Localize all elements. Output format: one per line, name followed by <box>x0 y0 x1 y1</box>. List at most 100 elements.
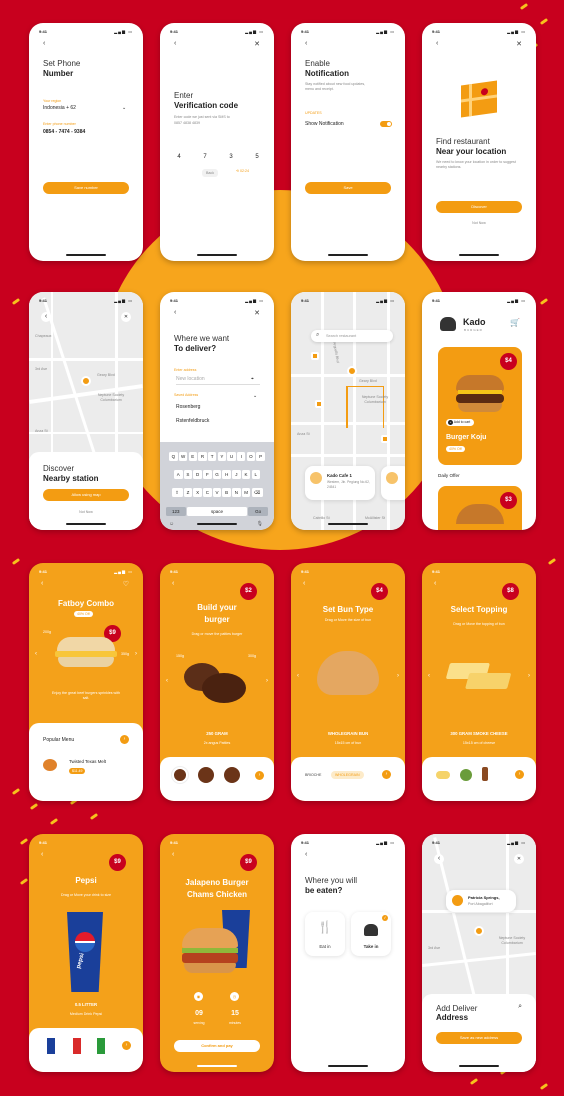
drink-option[interactable] <box>47 1038 55 1054</box>
expand-icon[interactable]: › <box>120 735 129 744</box>
region-select[interactable]: Indonesia + 62 <box>43 105 76 111</box>
key-p[interactable]: P <box>256 452 265 461</box>
code-digit[interactable]: 3 <box>218 154 244 160</box>
patty-option[interactable] <box>198 767 214 783</box>
next-arrow-icon[interactable]: › <box>266 678 268 684</box>
key-l[interactable]: L <box>251 470 260 479</box>
location-pin-icon[interactable] <box>474 926 484 936</box>
back-icon[interactable]: ‹ <box>41 580 43 587</box>
key-i[interactable]: I <box>236 452 246 461</box>
back-icon[interactable]: ‹ <box>434 580 436 587</box>
back-icon[interactable]: ‹ <box>41 312 51 322</box>
emoji-icon[interactable]: ☺ <box>169 521 174 527</box>
key-m[interactable]: M <box>241 488 251 497</box>
key-x[interactable]: X <box>193 488 202 497</box>
close-icon[interactable]: ✕ <box>121 312 131 322</box>
key-f[interactable]: F <box>203 470 212 479</box>
resend-timer[interactable]: ⟲ 02:24 <box>236 169 249 173</box>
product-card[interactable]: $3 <box>438 486 522 530</box>
key-b[interactable]: B <box>222 488 231 497</box>
key-a[interactable]: A <box>174 470 183 479</box>
microphone-icon[interactable]: 🎙 <box>257 521 263 527</box>
next-arrow-icon[interactable]: › <box>528 673 530 679</box>
allow-map-button[interactable]: Allow using map <box>43 489 129 501</box>
key-j[interactable]: J <box>232 470 241 479</box>
key-n[interactable]: N <box>232 488 241 497</box>
restaurant-card[interactable]: Kado Cafe 1 Western, Jln. Pegiung No.62,… <box>305 466 375 500</box>
patty-option[interactable] <box>224 767 240 783</box>
go-key[interactable]: Go <box>248 507 269 516</box>
space-key[interactable]: space <box>187 507 247 516</box>
back-icon[interactable]: ‹ <box>172 851 174 858</box>
key-k[interactable]: K <box>241 470 251 479</box>
close-icon[interactable]: ✕ <box>514 854 524 864</box>
chevron-down-icon[interactable]: ⌄ <box>122 105 126 111</box>
cart-icon[interactable]: 🛒 <box>510 318 520 327</box>
confirm-pay-button[interactable]: Confirm and pay <box>174 1040 260 1052</box>
saved-address-item[interactable]: Rstenfeldbruck <box>176 418 209 424</box>
heart-icon[interactable]: ♡ <box>123 580 129 588</box>
back-button[interactable]: Back <box>202 169 218 177</box>
key-o[interactable]: O <box>246 452 256 461</box>
notification-toggle[interactable] <box>380 121 392 127</box>
save-button[interactable]: Save <box>305 182 391 194</box>
eat-in-option[interactable]: 🍴 Eat in <box>305 912 345 956</box>
drink-option[interactable] <box>97 1038 105 1054</box>
search-bar[interactable]: ⌕ Search restaurant <box>311 330 393 342</box>
save-number-button[interactable]: Save number <box>43 182 129 194</box>
topping-option[interactable] <box>460 769 472 781</box>
code-digit[interactable]: 4 <box>166 154 192 160</box>
back-icon[interactable]: ‹ <box>305 851 307 858</box>
back-icon[interactable]: ‹ <box>305 40 307 47</box>
saved-address-item[interactable]: Rosenberg <box>176 404 200 410</box>
bun-option-selected[interactable]: WHOLEGRAIN <box>331 771 364 779</box>
next-step-icon[interactable]: › <box>515 770 524 779</box>
back-icon[interactable]: ‹ <box>172 580 174 587</box>
topping-option[interactable] <box>482 767 488 781</box>
previous-arrow-icon[interactable]: ‹ <box>297 673 299 679</box>
next-arrow-icon[interactable]: › <box>135 651 137 657</box>
add-to-cart-button[interactable]: + Add to cart <box>446 419 475 426</box>
back-icon[interactable]: ‹ <box>436 40 438 47</box>
restaurant-marker-icon[interactable] <box>311 352 319 360</box>
back-icon[interactable]: ‹ <box>41 851 43 858</box>
key-q[interactable]: Q <box>169 452 178 461</box>
back-icon[interactable]: ‹ <box>43 40 45 47</box>
location-pin-icon[interactable] <box>347 366 357 376</box>
next-step-icon[interactable]: › <box>255 771 264 780</box>
key-c[interactable]: C <box>203 488 212 497</box>
key-r[interactable]: R <box>198 452 207 461</box>
search-input[interactable]: Search restaurant <box>326 334 356 338</box>
next-step-icon[interactable]: › <box>382 770 391 779</box>
menu-item-name[interactable]: Twisted Texas Melt <box>69 759 106 764</box>
restaurant-marker-icon[interactable] <box>315 400 323 408</box>
keyboard[interactable]: QWERTYUIOP ASDFGHJKL ⇧ Z X C V B N M ⌫ 123 space G… <box>160 442 274 530</box>
address-input[interactable]: New location <box>176 376 260 385</box>
close-icon[interactable]: ✕ <box>254 309 260 317</box>
key-v[interactable]: V <box>212 488 222 497</box>
not-now-link[interactable]: Not Now <box>29 510 143 514</box>
product-card[interactable]: $4 + Add to cart Burger Koju 40% Off <box>438 347 522 465</box>
bun-option[interactable]: BRIOCHE <box>305 773 321 777</box>
key-g[interactable]: G <box>212 470 222 479</box>
not-now-link[interactable]: Not Now <box>422 221 536 225</box>
search-icon[interactable]: ⌕ <box>518 1003 522 1011</box>
back-icon[interactable]: ‹ <box>434 854 444 864</box>
take-in-option[interactable]: ✓ Take in <box>351 912 391 956</box>
restaurant-marker-icon[interactable] <box>381 435 389 443</box>
next-step-icon[interactable]: › <box>122 1041 131 1050</box>
key-e[interactable]: E <box>188 452 198 461</box>
key-u[interactable]: U <box>227 452 236 461</box>
previous-arrow-icon[interactable]: ‹ <box>428 673 430 679</box>
location-pin-icon[interactable] <box>81 376 91 386</box>
discover-button[interactable]: Discover <box>436 201 522 213</box>
key-z[interactable]: Z <box>183 488 193 497</box>
code-digit[interactable]: 5 <box>244 154 270 160</box>
location-icon[interactable]: ⌖ <box>251 376 254 382</box>
numbers-key[interactable]: 123 <box>165 507 186 516</box>
restaurant-card[interactable] <box>381 466 405 500</box>
close-icon[interactable]: ✕ <box>516 40 522 48</box>
previous-arrow-icon[interactable]: ‹ <box>166 678 168 684</box>
previous-arrow-icon[interactable]: ‹ <box>35 651 37 657</box>
drink-option[interactable] <box>73 1038 81 1054</box>
